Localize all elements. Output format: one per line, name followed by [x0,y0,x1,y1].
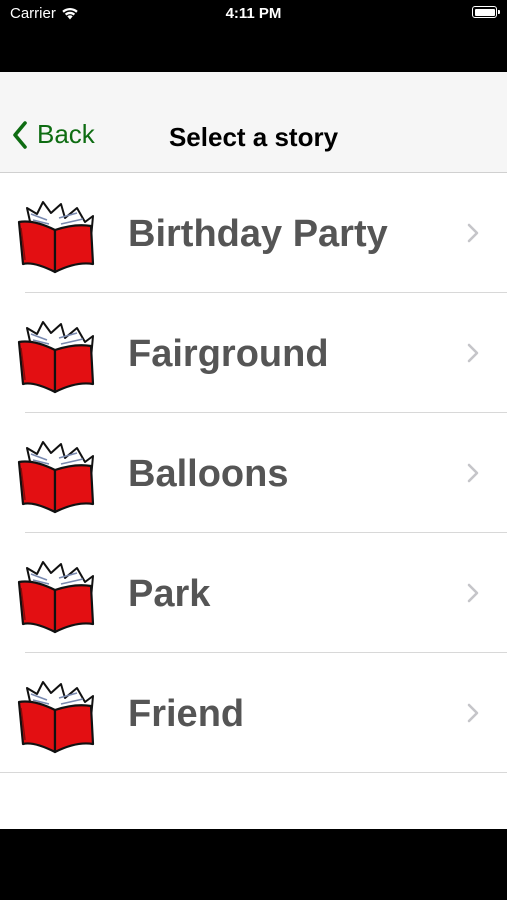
navigation-bar: Back Select a story [0,72,507,173]
story-title: Birthday Party [128,213,388,255]
list-item[interactable]: Birthday Party [0,173,507,293]
book-icon [17,681,95,754]
list-item[interactable]: Friend [0,653,507,773]
chevron-right-icon [467,583,479,603]
chevron-right-icon [467,703,479,723]
story-select-screen: Back Select a story Birthday Party Fairg… [0,72,507,829]
list-item[interactable]: Park [0,533,507,653]
status-bar: Carrier 4:11 PM [0,0,507,72]
book-icon [17,441,95,514]
book-icon [17,201,95,274]
story-title: Fairground [128,333,329,375]
bottom-bar [0,829,507,900]
row-divider [0,772,507,773]
story-list: Birthday Party Fairground Balloons Park … [0,173,507,773]
book-icon [17,561,95,634]
page-title: Select a story [168,122,339,152]
story-title: Friend [128,693,245,735]
book-icon [17,321,95,394]
story-title: Balloons [128,453,289,495]
chevron-right-icon [467,343,479,363]
battery-icon [472,6,500,18]
list-item[interactable]: Fairground [0,293,507,413]
status-time: 4:11 PM [225,5,282,22]
chevron-right-icon [467,223,479,243]
list-item[interactable]: Balloons [0,413,507,533]
chevron-right-icon [467,463,479,483]
story-title: Park [128,573,211,615]
